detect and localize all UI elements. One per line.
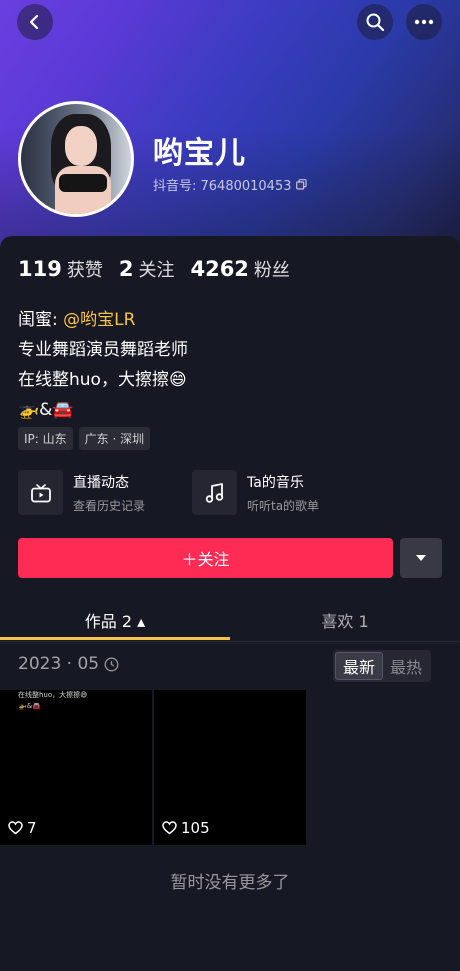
heart-icon (8, 821, 23, 835)
tags-row: IP: 山东 广东 · 深圳 (18, 427, 151, 450)
video-overlay-line-1: 在线整huo，大擦擦😄 (18, 691, 88, 699)
live-history-entry[interactable]: 直播动态 查看历史记录 (18, 470, 145, 515)
tv-icon-box (18, 470, 63, 515)
copy-icon[interactable] (295, 179, 307, 190)
music-entry[interactable]: Ta的音乐 听听ta的歌单 (192, 470, 319, 515)
bio: 闺蜜: @哟宝LR 专业舞蹈演员舞蹈老师 在线整huo，大擦擦😄 🚁&🚘 (18, 305, 188, 425)
video-likes-value: 7 (27, 819, 37, 837)
content-tabs: 作品 2 ▴ 喜欢 1 (0, 598, 460, 642)
sort-toggle: 最新 最热 (333, 650, 432, 682)
stat-likes[interactable]: 119 获赞 (18, 256, 103, 282)
music-text: Ta的音乐 听听ta的歌单 (247, 472, 319, 514)
stat-following-label: 关注 (138, 260, 175, 281)
douyin-id-text: 抖音号: 76480010453 (153, 179, 292, 194)
video-thumbnail[interactable]: 在线整huo，大擦擦😄 🚁&🚘 7 (0, 690, 152, 845)
music-note-icon (205, 482, 223, 503)
stat-followers-label: 粉丝 (253, 260, 290, 281)
video-like-count: 7 (8, 819, 37, 837)
tv-icon (30, 483, 51, 502)
no-more-content: 暂时没有更多了 (170, 873, 290, 893)
works-date: 2023 · 05 (18, 654, 100, 674)
live-history-text: 直播动态 查看历史记录 (73, 472, 145, 514)
avatar[interactable] (18, 101, 134, 217)
live-history-subtitle: 查看历史记录 (73, 498, 146, 513)
sort-latest-button[interactable]: 最新 (335, 652, 384, 680)
video-overlay-line-2: 🚁&🚘 (18, 702, 41, 710)
music-subtitle: 听听ta的歌单 (247, 498, 320, 513)
video-like-count: 105 (162, 819, 210, 837)
follow-dropdown-button[interactable] (400, 538, 442, 578)
bio-mention-link[interactable]: @哟宝LR (63, 310, 135, 330)
more-button[interactable] (406, 4, 442, 40)
stat-likes-label: 获赞 (66, 260, 103, 281)
bio-line-3: 在线整huo，大擦擦😄 (18, 370, 187, 390)
douyin-id[interactable]: 抖音号: 76480010453 (153, 175, 307, 194)
active-tab-indicator (0, 637, 230, 640)
music-title: Ta的音乐 (247, 474, 304, 491)
bio-line-4: 🚁&🚘 (18, 400, 74, 420)
tab-likes[interactable]: 喜欢 1 (230, 598, 460, 642)
music-icon-box (192, 470, 237, 515)
heart-icon (162, 821, 177, 835)
live-history-title: 直播动态 (73, 474, 129, 491)
works-date-filter[interactable]: 2023 · 05 (18, 654, 119, 674)
video-overlay-text: 在线整huo，大擦擦😄 🚁&🚘 (18, 690, 87, 712)
search-button[interactable] (357, 4, 393, 40)
video-likes-value: 105 (181, 819, 210, 837)
avatar-face (65, 126, 97, 166)
stat-likes-value: 119 (18, 257, 62, 281)
stats-row: 119 获赞 2 关注 4262 粉丝 (18, 256, 290, 282)
sort-hot-button[interactable]: 最热 (383, 652, 429, 680)
stat-following-value: 2 (118, 257, 134, 281)
tab-works[interactable]: 作品 2 ▴ (0, 598, 230, 642)
location-tag: 广东 · 深圳 (78, 427, 151, 450)
stat-followers[interactable]: 4262 粉丝 (190, 256, 289, 282)
profile-name: 哟宝儿 (153, 136, 246, 171)
stat-followers-value: 4262 (190, 257, 249, 281)
search-icon (366, 13, 385, 32)
triangle-down-icon (416, 555, 426, 561)
bio-line-1: 闺蜜: @哟宝LR (18, 305, 188, 335)
bio-line-1-prefix: 闺蜜: (18, 310, 64, 330)
follow-button[interactable]: ＋关注 (18, 538, 393, 578)
chevron-left-icon (29, 14, 39, 30)
ip-tag: IP: 山东 (18, 427, 73, 450)
stat-following[interactable]: 2 关注 (119, 256, 175, 282)
clock-icon (104, 657, 119, 671)
video-thumbnail[interactable]: 105 (154, 690, 306, 845)
more-icon (414, 19, 434, 25)
bio-line-2: 专业舞蹈演员舞蹈老师 (18, 340, 188, 360)
avatar-clothing (59, 174, 107, 192)
back-button[interactable] (17, 4, 53, 40)
